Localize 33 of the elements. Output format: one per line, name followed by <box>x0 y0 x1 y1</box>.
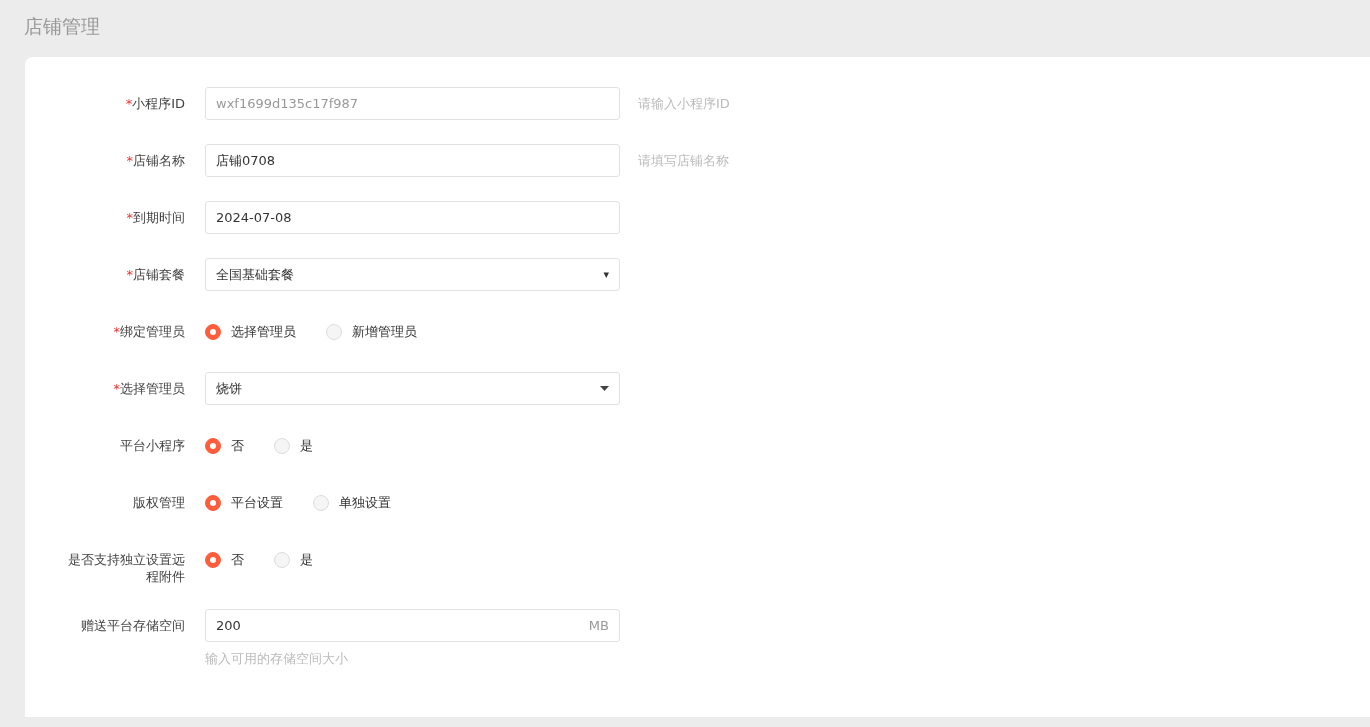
field-label: *到期时间 <box>125 209 185 227</box>
select-dropdown[interactable]: 全国基础套餐 ▾ <box>205 258 620 291</box>
field-label: 赠送平台存储空间 <box>80 617 185 635</box>
field-label: *选择管理员 <box>112 380 185 398</box>
field-label: 是否支持独立设置远程附件 <box>67 551 185 585</box>
caret-icon <box>600 386 609 391</box>
radio-button[interactable] <box>205 437 221 454</box>
radio-label[interactable]: 否 <box>231 436 244 455</box>
field-hint: 请输入小程序ID <box>638 94 730 113</box>
field-label: 平台小程序 <box>119 437 185 455</box>
radio-label[interactable]: 是 <box>300 436 313 455</box>
field-label: 版权管理 <box>132 494 185 512</box>
radio-button[interactable] <box>205 323 221 340</box>
text-input[interactable]: 2024-07-08 <box>205 201 620 234</box>
field-label: *绑定管理员 <box>112 323 185 341</box>
radio-label[interactable]: 新增管理员 <box>352 322 417 341</box>
radio-label[interactable]: 否 <box>231 550 244 569</box>
field-label: *小程序ID <box>124 95 185 113</box>
page-title: 店铺管理 <box>23 14 101 39</box>
field-label: *店铺套餐 <box>125 266 185 284</box>
radio-button[interactable] <box>205 551 221 568</box>
radio-label[interactable]: 平台设置 <box>231 493 283 512</box>
radio-button[interactable] <box>205 494 221 511</box>
unit-label: MB <box>588 618 609 633</box>
radio-label[interactable]: 选择管理员 <box>231 322 296 341</box>
number-input[interactable]: 200 <box>216 618 241 633</box>
select-dropdown[interactable]: 烧饼 <box>205 372 620 405</box>
help-text: 输入可用的存储空间大小 <box>205 650 349 668</box>
field-hint: 请填写店铺名称 <box>638 151 729 170</box>
text-input[interactable]: 店铺0708 <box>205 144 620 177</box>
radio-label[interactable]: 是 <box>300 550 313 569</box>
radio-label[interactable]: 单独设置 <box>339 493 391 512</box>
field-label: *店铺名称 <box>125 152 185 170</box>
